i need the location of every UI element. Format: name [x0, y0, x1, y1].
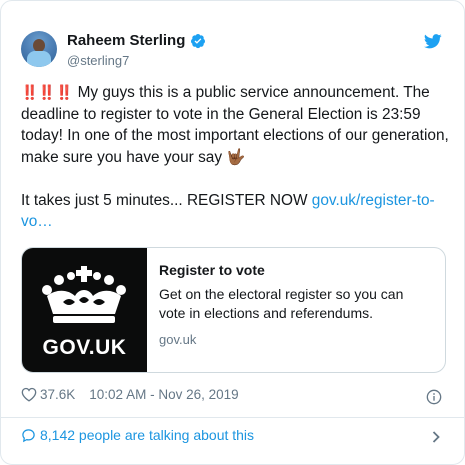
- link-card-domain: gov.uk: [159, 332, 197, 347]
- like-count[interactable]: 37.6K: [40, 387, 75, 402]
- speech-bubble-icon: [22, 428, 35, 442]
- sign-of-horns-emoji: 🤟🏾: [226, 148, 246, 166]
- crown-logo-icon: [42, 266, 126, 323]
- gov-uk-wordmark: GOV.UK: [42, 336, 127, 359]
- gov-uk-thumbnail: GOV.UK: [22, 248, 147, 372]
- divider: [1, 417, 464, 418]
- double-exclamation-emoji: ‼️‼️‼️: [21, 84, 74, 100]
- link-card-description: Get on the electoral register so you can…: [159, 286, 404, 321]
- avatar-shirt: [27, 51, 51, 67]
- twitter-bird-icon[interactable]: [424, 34, 442, 49]
- info-icon[interactable]: [426, 389, 442, 405]
- chevron-right-icon[interactable]: [432, 431, 440, 443]
- author-name-row: Raheem Sterling: [67, 32, 206, 49]
- conversation-text[interactable]: 8,142 people are talking about this: [40, 427, 254, 443]
- tweet-card: Raheem Sterling @sterling7 ‼️‼️‼️ My guy…: [0, 0, 465, 465]
- tweet-meta-row: 37.6K 10:02 AM - Nov 26, 2019: [21, 387, 239, 402]
- verified-badge-icon: [191, 33, 206, 48]
- heart-icon[interactable]: [21, 387, 37, 402]
- author-display-name[interactable]: Raheem Sterling: [67, 32, 185, 49]
- tweet-text: ‼️‼️‼️ My guys this is a public service …: [21, 82, 449, 233]
- avatar[interactable]: [21, 31, 57, 67]
- link-card-info: Register to vote Get on the electoral re…: [147, 248, 445, 372]
- link-card-title: Register to vote: [159, 262, 265, 278]
- conversation-link[interactable]: 8,142 people are talking about this: [21, 427, 445, 443]
- tweet-text-cta: It takes just 5 minutes... REGISTER NOW: [21, 191, 312, 209]
- link-preview-card[interactable]: GOV.UK Register to vote Get on the elect…: [21, 247, 446, 373]
- author-handle[interactable]: @sterling7: [67, 53, 129, 68]
- tweet-timestamp[interactable]: 10:02 AM - Nov 26, 2019: [89, 387, 238, 402]
